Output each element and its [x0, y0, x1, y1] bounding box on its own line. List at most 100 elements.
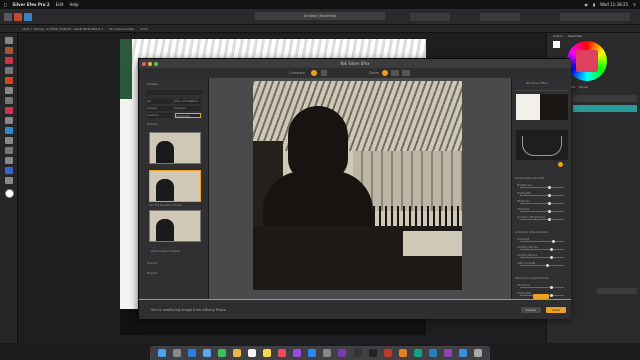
amplify-blacks-slider[interactable] [520, 256, 564, 259]
slider-knob[interactable] [548, 210, 551, 213]
amplify-whites-slider[interactable] [520, 248, 564, 251]
app-icon[interactable] [428, 349, 437, 357]
settings-icon[interactable] [323, 349, 332, 357]
toolbar-icon-group-right2[interactable] [480, 13, 520, 21]
close-icon[interactable] [142, 61, 146, 66]
toolbar-icon-group-right3[interactable] [560, 13, 630, 21]
histogram[interactable] [516, 130, 568, 160]
music-icon[interactable] [278, 349, 287, 357]
paint-tool-icon[interactable] [5, 77, 13, 84]
slider-knob[interactable] [548, 194, 551, 197]
compare-toggle-icon[interactable] [311, 70, 317, 76]
soft-contrast-slider[interactable] [520, 264, 564, 267]
layer-row[interactable] [573, 95, 637, 102]
import-item[interactable]: Import [147, 261, 157, 265]
zoom-icon[interactable] [154, 61, 158, 66]
menu-help[interactable]: Help [69, 2, 78, 7]
selection-tool-icon[interactable] [5, 57, 13, 64]
layer-row-selected[interactable] [573, 105, 637, 112]
histogram-toggle-icon[interactable] [558, 162, 563, 167]
colour-wheel[interactable] [567, 41, 607, 81]
shape-tool-icon[interactable] [5, 167, 13, 174]
persona-icon[interactable] [24, 13, 32, 21]
highlights-slider[interactable] [520, 194, 564, 197]
zoom-tool-icon[interactable] [5, 177, 13, 184]
messages-icon[interactable] [217, 349, 226, 357]
terminal-icon[interactable] [368, 349, 377, 357]
trash-icon[interactable] [474, 349, 483, 357]
pen-tool-icon[interactable] [5, 147, 13, 154]
split-view-icon[interactable] [321, 70, 327, 76]
tag-classic[interactable]: Classic [147, 106, 173, 111]
safari-icon[interactable] [187, 349, 196, 357]
zoom-toggle-icon[interactable] [382, 70, 388, 76]
app-icon[interactable] [413, 349, 422, 357]
units-label[interactable]: Units [140, 27, 148, 31]
app-icon[interactable] [383, 349, 392, 357]
loupe-preview[interactable] [516, 94, 568, 120]
slider-knob[interactable] [548, 218, 551, 221]
orange-badge-button[interactable] [533, 294, 549, 299]
midtones-slider[interactable] [520, 202, 564, 205]
zoom-100-icon[interactable] [402, 70, 410, 76]
photos-icon[interactable] [232, 349, 241, 357]
colour-tabs[interactable]: Colour Swatches [553, 34, 633, 40]
silver-efex-icon[interactable] [353, 349, 362, 357]
layers-bottom-icons[interactable] [597, 288, 637, 294]
persona-icon[interactable] [4, 13, 12, 21]
dodge-tool-icon[interactable] [5, 137, 13, 144]
slider-knob[interactable] [548, 186, 551, 189]
slider-knob[interactable] [550, 248, 553, 251]
persona-icon[interactable] [14, 13, 22, 21]
move-tool-icon[interactable] [5, 37, 13, 44]
downloads-icon[interactable] [459, 349, 468, 357]
clone-tool-icon[interactable] [5, 117, 13, 124]
app-icon[interactable] [444, 349, 453, 357]
slider-knob[interactable] [550, 294, 553, 297]
blur-tool-icon[interactable] [5, 127, 13, 134]
preset-thumbnail[interactable] [149, 132, 201, 164]
document-tab[interactable]: Untitled (Modified) [255, 12, 385, 20]
colour-white-square[interactable] [553, 41, 560, 48]
spotlight-icon[interactable]: ⚲ [633, 2, 636, 7]
podcasts-icon[interactable] [293, 349, 302, 357]
toolbar-icon-group-right[interactable] [410, 13, 450, 21]
apple-icon[interactable]:  [4, 2, 6, 7]
app-icon[interactable] [398, 349, 407, 357]
slider-knob[interactable] [548, 202, 551, 205]
tag-modern[interactable]: Modern [175, 106, 201, 111]
wifi-icon[interactable]: ◉ [584, 2, 588, 7]
preset-thumbnail[interactable] [149, 210, 201, 242]
tag-all[interactable]: All [147, 99, 173, 104]
export-item[interactable]: Export [147, 271, 157, 275]
notes-icon[interactable] [263, 349, 272, 357]
mail-icon[interactable] [202, 349, 211, 357]
brightness-slider[interactable] [520, 186, 564, 189]
preset-thumbnail-selected[interactable] [149, 170, 201, 202]
zoom-fit-icon[interactable] [391, 70, 399, 76]
calendar-icon[interactable] [248, 349, 256, 357]
add-custom-preset[interactable]: Add Custom Preset [151, 249, 180, 253]
slider-knob[interactable] [552, 240, 555, 243]
finder-icon[interactable] [157, 349, 166, 357]
appstore-icon[interactable] [308, 349, 317, 357]
battery-icon[interactable]: ▮ [593, 2, 595, 7]
fill-tool-icon[interactable] [5, 97, 13, 104]
affinity-photo-icon[interactable] [338, 349, 347, 357]
slider-knob[interactable] [550, 286, 553, 289]
crop-tool-icon[interactable] [5, 47, 13, 54]
slider-knob[interactable] [550, 256, 553, 259]
tab-colour[interactable]: Colour [553, 34, 563, 38]
minimize-icon[interactable] [148, 61, 152, 66]
tag-custom[interactable]: Custom [147, 113, 173, 118]
tab-swatches[interactable]: Swatches [568, 34, 582, 38]
save-button[interactable]: Save [546, 307, 566, 313]
text-tool-icon[interactable] [5, 157, 13, 164]
colour-wheel-inner[interactable] [576, 50, 598, 72]
menu-app-name[interactable]: Silver Efex Pro 2 [12, 2, 49, 7]
erase-tool-icon[interactable] [5, 87, 13, 94]
preview-photo[interactable] [253, 81, 462, 290]
preset-search-field[interactable] [147, 90, 203, 95]
menu-edit[interactable]: Edit [56, 2, 64, 7]
cancel-button[interactable]: Cancel [521, 307, 541, 313]
